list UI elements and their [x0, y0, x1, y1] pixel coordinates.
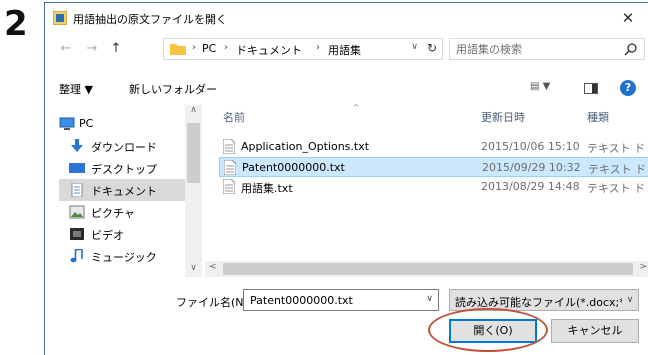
- breadcrumb-separator: ›: [192, 42, 196, 53]
- refresh-icon[interactable]: ↻: [427, 41, 437, 55]
- back-button[interactable]: ←: [57, 39, 75, 59]
- file-list-hscrollbar[interactable]: < >: [205, 261, 648, 277]
- scroll-up-icon[interactable]: ∧: [185, 105, 202, 119]
- nav-item-pc[interactable]: PC: [59, 113, 199, 135]
- text-file-icon: [223, 179, 235, 194]
- text-file-icon: [223, 139, 235, 154]
- nav-item-videos[interactable]: ビデオ: [59, 223, 199, 245]
- close-button[interactable]: ✕: [608, 3, 648, 33]
- computer-icon: [59, 117, 75, 130]
- title-bar: 用語抽出の原文ファイルを開く ✕: [45, 3, 648, 33]
- breadcrumb-glossary[interactable]: 用語集: [328, 42, 361, 58]
- chevron-down-icon[interactable]: ∨: [426, 294, 433, 304]
- nav-item-music[interactable]: ミュージック: [59, 245, 199, 267]
- download-icon: [71, 139, 83, 152]
- documents-icon: [71, 183, 83, 197]
- chevron-down-icon[interactable]: ∨: [622, 290, 638, 310]
- pictures-icon: [69, 205, 85, 219]
- navigation-scrollbar[interactable]: ∧ ∨: [185, 105, 202, 277]
- help-icon[interactable]: ?: [620, 80, 636, 96]
- file-row[interactable]: Application_Options.txt 2015/10/06 15:10…: [219, 137, 648, 157]
- music-icon: [70, 249, 83, 263]
- nav-item-label: ビデオ: [91, 229, 124, 242]
- nav-item-label: ミュージック: [91, 251, 157, 264]
- file-date: 2013/08/29 14:48: [481, 180, 580, 193]
- file-type: テキスト ド: [587, 142, 646, 155]
- nav-item-label: ピクチャ: [91, 207, 135, 220]
- forward-button[interactable]: →: [83, 39, 101, 59]
- file-date: 2015/09/29 10:32: [482, 161, 581, 174]
- address-row: ← → ↑ › PC › ドキュメント › 用語集 ∨ ↻: [45, 35, 648, 63]
- file-name: 用語集.txt: [241, 182, 293, 195]
- preview-pane-icon[interactable]: [584, 83, 598, 94]
- search-icon[interactable]: [624, 42, 638, 56]
- file-row[interactable]: 用語集.txt 2013/08/29 14:48 テキスト ド: [219, 177, 648, 197]
- scroll-down-icon[interactable]: ∨: [185, 263, 202, 277]
- organize-button[interactable]: 整理 ▼: [59, 81, 93, 97]
- videos-icon: [70, 228, 84, 240]
- file-type: テキスト ド: [587, 182, 646, 195]
- app-icon: [53, 11, 67, 25]
- scroll-thumb[interactable]: [187, 123, 200, 183]
- sort-arrow-icon: ^: [353, 103, 360, 112]
- filename-input[interactable]: [250, 293, 410, 307]
- dialog-title: 用語抽出の原文ファイルを開く: [73, 13, 227, 26]
- nav-item-documents[interactable]: ドキュメント: [59, 179, 199, 201]
- file-name: Patent0000000.txt: [242, 161, 345, 174]
- open-file-dialog: 用語抽出の原文ファイルを開く ✕ ← → ↑ › PC › ドキュメント › 用…: [44, 2, 648, 355]
- column-header-type[interactable]: 種類: [587, 109, 609, 125]
- breadcrumb-separator: ›: [316, 42, 320, 53]
- up-button[interactable]: ↑: [107, 39, 125, 59]
- step-number: 2: [4, 4, 28, 44]
- address-bar[interactable]: › PC › ドキュメント › 用語集 ∨ ↻: [163, 38, 443, 60]
- nav-item-label: デスクトップ: [91, 163, 157, 176]
- new-folder-button[interactable]: 新しいフォルダー: [129, 81, 217, 97]
- nav-item-pictures[interactable]: ピクチャ: [59, 201, 199, 223]
- text-file-icon: [224, 160, 236, 175]
- file-date: 2015/10/06 15:10: [481, 140, 580, 153]
- hscroll-thumb[interactable]: [223, 263, 633, 275]
- breadcrumb-pc[interactable]: PC: [202, 42, 216, 55]
- navigation-pane: PC ダウンロード デスクトップ ドキュメント ピクチャ ビデオ ミュージック: [45, 105, 205, 277]
- filename-combobox[interactable]: ∨: [243, 289, 439, 311]
- desktop-icon: [69, 163, 85, 173]
- filename-label: ファイル名(N):: [176, 296, 252, 309]
- breadcrumb-separator: ›: [224, 42, 228, 53]
- address-dropdown-icon[interactable]: ∨: [411, 42, 418, 52]
- column-header-date[interactable]: 更新日時: [481, 109, 525, 125]
- nav-item-label: ダウンロード: [91, 141, 157, 154]
- folder-icon: [170, 44, 186, 55]
- nav-item-label: ドキュメント: [91, 185, 157, 198]
- nav-item-desktop[interactable]: デスクトップ: [59, 157, 199, 179]
- nav-item-label: PC: [79, 117, 94, 130]
- file-list: ^ 名前 更新日時 種類 Application_Options.txt 201…: [205, 103, 648, 277]
- cancel-button[interactable]: キャンセル: [551, 319, 639, 343]
- breadcrumb-documents[interactable]: ドキュメント: [236, 42, 302, 58]
- file-row-selected[interactable]: Patent0000000.txt 2015/09/29 10:32 テキスト …: [219, 157, 648, 177]
- scroll-right-icon[interactable]: >: [639, 262, 647, 272]
- file-name: Application_Options.txt: [241, 140, 370, 153]
- command-bar: 整理 ▼ 新しいフォルダー ▤ ▼ ?: [45, 73, 648, 103]
- scroll-left-icon[interactable]: <: [209, 262, 217, 272]
- highlight-annotation-circle: [428, 308, 548, 352]
- column-header-name[interactable]: 名前: [223, 109, 245, 125]
- view-options-button[interactable]: ▤ ▼: [530, 81, 550, 92]
- file-type: テキスト ド: [588, 163, 647, 176]
- search-input[interactable]: [456, 42, 616, 56]
- nav-item-downloads[interactable]: ダウンロード: [59, 135, 199, 157]
- search-box[interactable]: [449, 38, 645, 60]
